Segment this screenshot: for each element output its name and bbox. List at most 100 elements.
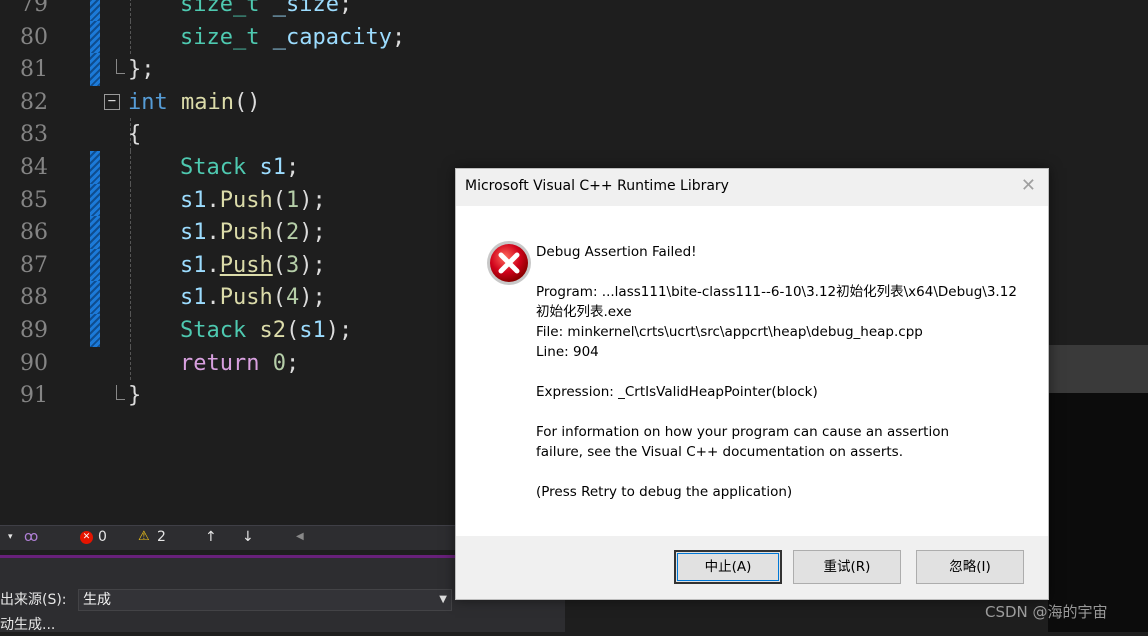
- change-marker: [90, 20, 100, 54]
- dialog-title: Microsoft Visual C++ Runtime Library: [465, 178, 729, 194]
- line-number: 80: [20, 24, 48, 50]
- code-line[interactable]: 85 s1.Push(1);: [0, 183, 460, 217]
- error-icon: [487, 241, 531, 285]
- code-token: (: [285, 318, 300, 343]
- code-line[interactable]: 90 return 0;: [0, 346, 460, 380]
- code-token: );: [299, 285, 326, 311]
- code-token: 2: [285, 220, 300, 246]
- code-text: int main(): [128, 86, 260, 119]
- collapse-icon[interactable]: −: [104, 93, 120, 110]
- code-text: return 0;: [180, 347, 299, 380]
- code-line[interactable]: 82 − int main(): [0, 86, 460, 119]
- dialog-titlebar: Microsoft Visual C++ Runtime Library ✕: [456, 169, 1048, 206]
- intellicode-icon[interactable]: ꝏ: [24, 526, 38, 548]
- info-line-1: For information on how your program can …: [536, 424, 950, 440]
- scope-bracket: [116, 385, 125, 401]
- line-number-line: Line: 904: [536, 344, 599, 360]
- indent-guide: [130, 346, 131, 380]
- program-line-1: Program: ...lass111\bite-class111--6-10\…: [536, 284, 1017, 300]
- code-line[interactable]: 84 Stack s1;: [0, 151, 460, 184]
- indent-guide: [130, 216, 131, 250]
- code-text: s1.Push(1);: [180, 184, 326, 217]
- code-text: Stack s2(s1);: [180, 314, 352, 347]
- warning-icon[interactable]: ⚠: [138, 526, 150, 548]
- abort-button[interactable]: 中止(A): [674, 550, 782, 584]
- info-line-2: failure, see the Visual C++ documentatio…: [536, 444, 903, 460]
- code-token: {: [128, 122, 142, 148]
- expression-line: Expression: _CrtIsValidHeapPointer(block…: [536, 384, 818, 400]
- line-number: 90: [20, 350, 48, 376]
- code-token: s2: [259, 318, 286, 343]
- code-line[interactable]: 87 s1.Push(3);: [0, 248, 460, 282]
- chevron-down-icon: ▼: [439, 594, 447, 605]
- background-panel: [1048, 345, 1148, 393]
- code-token: Push: [219, 252, 273, 278]
- dialog-footer: 中止(A) 重试(R) 忽略(I): [456, 536, 1048, 599]
- code-token: };: [128, 57, 155, 83]
- output-source-select[interactable]: 生成 ▼: [78, 589, 452, 611]
- code-line[interactable]: 88 s1.Push(4);: [0, 281, 460, 315]
- scroll-left-icon[interactable]: ◀: [296, 526, 304, 548]
- code-line[interactable]: 80 size_t _capacity;: [0, 20, 460, 54]
- change-marker: [90, 151, 100, 184]
- code-token: .: [206, 220, 220, 246]
- indent-guide: [130, 151, 131, 184]
- code-line[interactable]: 81};: [0, 53, 460, 87]
- ignore-button[interactable]: 忽略(I): [916, 550, 1024, 584]
- code-token: (): [233, 89, 261, 115]
- indent-guide: [130, 183, 131, 217]
- close-icon[interactable]: ✕: [1021, 177, 1036, 195]
- indent-guide: [130, 281, 131, 315]
- code-text: size_t _capacity;: [180, 21, 405, 54]
- code-token: (: [272, 252, 286, 278]
- output-log-line: 动生成...: [0, 617, 56, 633]
- line-number: 86: [20, 220, 48, 246]
- indent-guide: [130, 314, 131, 347]
- code-text: s1.Push(3);: [180, 249, 326, 282]
- error-icon[interactable]: ✕: [80, 531, 93, 544]
- change-marker: [90, 248, 100, 282]
- code-token: (: [272, 285, 286, 311]
- error-list-bar: ▾ ꝏ ✕ 0 ⚠ 2 ↑ ↓ ◀: [0, 525, 455, 550]
- change-marker: [90, 183, 100, 217]
- code-token: .: [206, 252, 220, 278]
- code-token: int: [128, 89, 168, 115]
- code-line[interactable]: 89 Stack s2(s1);: [0, 314, 460, 347]
- dialog-body: Debug Assertion Failed! Program: ...lass…: [456, 206, 1048, 536]
- output-toolbar-extension: [455, 598, 565, 632]
- code-text: size_t _size;: [180, 0, 352, 21]
- code-text: s1.Push(4);: [180, 281, 326, 314]
- code-token: );: [299, 187, 326, 213]
- code-line[interactable]: 83 {: [0, 118, 460, 152]
- code-token: );: [299, 252, 326, 278]
- retry-hint: (Press Retry to debug the application): [536, 484, 793, 500]
- code-line[interactable]: 91}: [0, 379, 460, 412]
- code-token: return: [180, 350, 260, 376]
- line-number: 87: [20, 252, 48, 278]
- code-token: ;: [285, 350, 300, 376]
- code-token: ;: [285, 155, 300, 180]
- code-text: }: [128, 379, 141, 412]
- code-token: ;: [391, 24, 406, 50]
- code-token: ;: [338, 0, 353, 17]
- code-line[interactable]: 79 size_t _size;: [0, 0, 460, 21]
- retry-button[interactable]: 重试(R): [793, 550, 901, 584]
- code-token: s1: [180, 285, 207, 311]
- program-line-2: 初始化列表.exe: [536, 304, 632, 320]
- arrow-down-icon[interactable]: ↓: [242, 526, 254, 548]
- dropdown-arrow-icon[interactable]: ▾: [8, 526, 13, 548]
- code-token: .: [206, 285, 220, 311]
- arrow-up-icon[interactable]: ↑: [205, 526, 217, 548]
- warning-count: 2: [157, 529, 166, 545]
- code-token: s1: [180, 252, 207, 278]
- code-line[interactable]: 86 s1.Push(2);: [0, 216, 460, 250]
- code-token: }: [128, 383, 142, 409]
- watermark: CSDN @海的宇宙: [985, 603, 1108, 621]
- code-token: size_t: [180, 24, 260, 50]
